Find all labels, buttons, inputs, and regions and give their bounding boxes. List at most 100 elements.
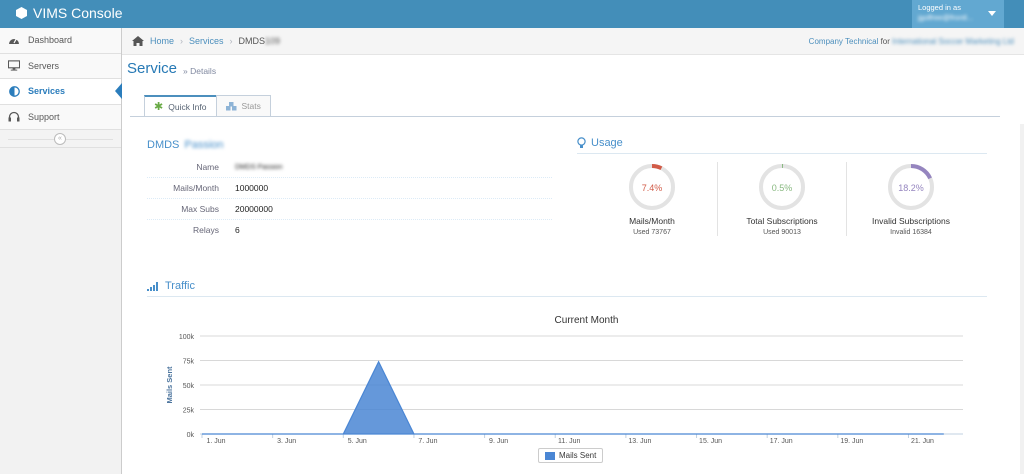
page-title: Service [127,60,178,77]
x-tick-label: 21. Jun [911,438,934,445]
tab-label: Stats [241,101,261,111]
hexagon-icon [16,7,27,19]
traffic-divider [147,296,987,297]
gauge-label: Invalid Subscriptions [872,216,950,226]
sidebar: Dashboard Servers Services Support « [0,28,122,474]
info-value: DMDS Passion [235,163,283,171]
y-axis-label: Mails Sent [165,366,174,404]
y-tick-label: 75k [183,359,195,366]
x-tick-label: 1. Jun [206,438,225,445]
x-tick-label: 11. Jun [558,438,581,445]
sidebar-item-support[interactable]: Support [0,104,121,130]
y-tick-label: 25k [183,408,195,415]
page-subtitle: » Details [183,66,217,76]
tab-quick-info[interactable]: ✱ Quick Info [144,95,217,117]
gauge-label: Mails/Month [629,216,675,226]
traffic-heading: Traffic [147,280,195,292]
lightbulb-icon [577,137,586,149]
user-name: jgolfree@frontl... [918,13,974,22]
info-row-max-subs: Max Subs 20000000 [147,199,552,220]
signal-icon [147,281,160,291]
cubes-icon [225,101,237,111]
breadcrumb-current: DMDS [238,36,266,46]
sidebar-collapse: « [0,130,121,148]
gauge-percent: 7.4% [641,183,663,193]
x-tick-label: 3. Jun [277,438,296,445]
company-for-label: for [880,37,890,46]
breadcrumb-current-blurred: 109 [265,36,281,46]
company-name[interactable]: Company Technical [809,37,879,46]
info-label: Relays [193,224,219,235]
gauge-sub: Invalid 16384 [890,229,932,236]
brand[interactable]: VIMS Console [16,5,122,21]
y-tick-label: 0k [187,432,195,439]
info-value: 20000000 [235,204,273,214]
company-info: Company Technical for International Socc… [809,37,1014,46]
gauge-sub: Used 90013 [763,229,801,236]
x-tick-label: 19. Jun [840,438,863,445]
gauge-invalid-subscriptions: 18.2% Invalid Subscriptions Invalid 1638… [846,162,976,236]
x-tick-label: 7. Jun [418,438,437,445]
adjust-icon [8,85,20,97]
x-tick-label: 15. Jun [699,438,722,445]
user-menu[interactable]: Logged in as jgolfree@frontl... [912,0,1004,28]
service-title-blurred: Passion [184,139,224,151]
legend-label: Mails Sent [559,451,597,460]
y-tick-label: 100k [179,334,195,341]
traffic-chart: Current Month 0k 25k 50k 75k 100k Mails Sent 1.… [165,315,963,445]
traffic-title: Traffic [165,280,195,292]
desktop-icon [8,60,20,72]
info-row-mails-month: Mails/Month 1000000 [147,178,552,199]
info-label: Max Subs [181,204,219,214]
home-icon [132,36,144,46]
gauge-mails-month: 7.4% Mails/Month Used 73767 [587,162,717,236]
info-label: Mails/Month [173,183,219,193]
gauge-percent: 0.5% [771,183,793,193]
gauge-percent: 18.2% [898,183,924,193]
service-title: DMDS [147,139,180,151]
info-row-name: Name DMDS Passion [147,157,552,178]
breadcrumb-separator: › [229,36,233,46]
sidebar-item-label: Services [28,86,66,97]
sidebar-item-services[interactable]: Services [0,79,122,105]
info-label: Name [196,162,219,172]
double-angle-left-icon[interactable]: « [54,133,66,145]
tachometer-icon [8,34,20,46]
sidebar-item-dashboard[interactable]: Dashboard [0,28,121,54]
tab-stats[interactable]: Stats [215,95,271,117]
info-value: 1000000 [235,183,269,193]
x-tick-label: 5. Jun [348,438,367,445]
asterisk-icon: ✱ [154,101,164,113]
info-value: 6 [235,224,240,235]
sidebar-item-label: Dashboard [28,35,73,46]
breadcrumb: Home › Services › DMDS 109 Company Techni… [122,28,1024,55]
logged-in-label: Logged in as [918,3,961,12]
company-org[interactable]: International Soccer Marketing Ltd [892,37,1014,46]
tab-label: Quick Info [168,101,207,112]
sidebar-item-label: Servers [28,60,60,71]
gauge-total-subscriptions: 0.5% Total Subscriptions Used 90013 [717,162,847,236]
info-row-relays: Relays 6 [147,219,552,240]
breadcrumb-separator: › [180,36,184,46]
y-tick-label: 50k [183,383,195,390]
breadcrumb-services[interactable]: Services [189,36,224,46]
x-tick-label: 13. Jun [628,438,651,445]
sidebar-item-label: Support [28,111,60,122]
x-tick-label: 17. Jun [770,438,793,445]
gauge-sub: Used 73767 [633,229,671,236]
breadcrumb-home[interactable]: Home [150,36,174,46]
legend-swatch [545,451,555,460]
headphones-icon [8,111,20,123]
service-heading: DMDS Passion [147,139,224,151]
app-title: VIMS Console [33,5,123,21]
top-navbar: VIMS Console Logged in as jgolfree@front… [0,0,1024,28]
usage-heading: Usage [577,137,623,149]
scrollbar[interactable] [1020,124,1024,474]
usage-title: Usage [591,137,623,149]
tab-bar: ✱ Quick Info Stats [144,95,271,117]
caret-down-icon [988,11,996,16]
tab-underline [130,116,1000,117]
series-area [202,360,944,435]
chart-legend[interactable]: Mails Sent [538,448,604,463]
sidebar-item-servers[interactable]: Servers [0,53,121,79]
